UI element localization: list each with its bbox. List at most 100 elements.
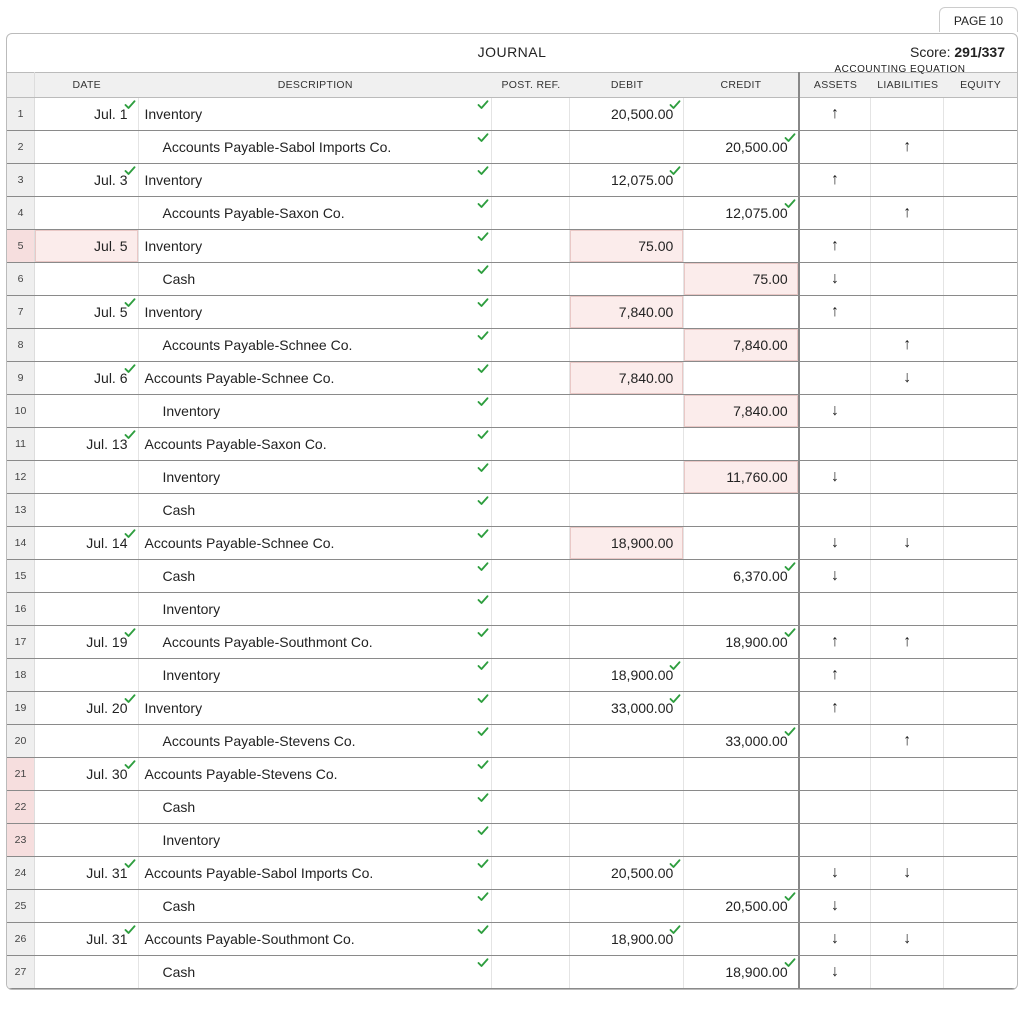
liabilities-cell[interactable] xyxy=(871,494,944,526)
debit-cell[interactable] xyxy=(570,197,684,229)
postref-cell[interactable] xyxy=(492,890,570,922)
postref-cell[interactable] xyxy=(492,230,570,262)
credit-cell[interactable] xyxy=(684,857,798,889)
postref-cell[interactable] xyxy=(492,461,570,493)
assets-cell[interactable] xyxy=(798,131,872,163)
debit-cell[interactable] xyxy=(570,824,684,856)
equity-cell[interactable] xyxy=(944,461,1017,493)
debit-cell[interactable] xyxy=(570,626,684,658)
equity-cell[interactable] xyxy=(944,593,1017,625)
postref-cell[interactable] xyxy=(492,725,570,757)
postref-cell[interactable] xyxy=(492,560,570,592)
date-cell[interactable] xyxy=(35,956,138,988)
credit-cell[interactable] xyxy=(684,758,798,790)
liabilities-cell[interactable] xyxy=(871,890,944,922)
date-cell[interactable] xyxy=(35,593,138,625)
credit-cell[interactable]: 33,000.00 xyxy=(684,725,798,757)
assets-cell[interactable] xyxy=(798,692,872,724)
equity-cell[interactable] xyxy=(944,758,1017,790)
equity-cell[interactable] xyxy=(944,824,1017,856)
postref-cell[interactable] xyxy=(492,758,570,790)
equity-cell[interactable] xyxy=(944,626,1017,658)
credit-cell[interactable] xyxy=(684,659,798,691)
liabilities-cell[interactable] xyxy=(871,395,944,427)
postref-cell[interactable] xyxy=(492,98,570,130)
date-cell[interactable]: Jul. 30 xyxy=(35,758,138,790)
credit-cell[interactable] xyxy=(684,230,798,262)
credit-cell[interactable]: 6,370.00 xyxy=(684,560,798,592)
liabilities-cell[interactable] xyxy=(871,857,944,889)
assets-cell[interactable] xyxy=(798,824,872,856)
credit-cell[interactable]: 7,840.00 xyxy=(684,329,798,361)
debit-cell[interactable]: 20,500.00 xyxy=(570,857,684,889)
liabilities-cell[interactable] xyxy=(871,131,944,163)
postref-cell[interactable] xyxy=(492,527,570,559)
postref-cell[interactable] xyxy=(492,857,570,889)
credit-cell[interactable]: 11,760.00 xyxy=(684,461,798,493)
assets-cell[interactable] xyxy=(798,98,872,130)
equity-cell[interactable] xyxy=(944,494,1017,526)
description-cell[interactable]: Inventory xyxy=(139,230,492,262)
assets-cell[interactable] xyxy=(798,494,872,526)
liabilities-cell[interactable] xyxy=(871,164,944,196)
credit-cell[interactable]: 20,500.00 xyxy=(684,890,798,922)
page-tab[interactable]: PAGE 10 xyxy=(939,7,1018,32)
assets-cell[interactable] xyxy=(798,296,872,328)
equity-cell[interactable] xyxy=(944,296,1017,328)
credit-cell[interactable] xyxy=(684,98,798,130)
postref-cell[interactable] xyxy=(492,197,570,229)
debit-cell[interactable] xyxy=(570,890,684,922)
postref-cell[interactable] xyxy=(492,131,570,163)
equity-cell[interactable] xyxy=(944,428,1017,460)
description-cell[interactable]: Accounts Payable-Saxon Co. xyxy=(139,197,492,229)
liabilities-cell[interactable] xyxy=(871,461,944,493)
description-cell[interactable]: Accounts Payable-Stevens Co. xyxy=(139,758,492,790)
liabilities-cell[interactable] xyxy=(871,428,944,460)
debit-cell[interactable] xyxy=(570,428,684,460)
postref-cell[interactable] xyxy=(492,362,570,394)
description-cell[interactable]: Cash xyxy=(139,494,492,526)
debit-cell[interactable]: 12,075.00 xyxy=(570,164,684,196)
description-cell[interactable]: Cash xyxy=(139,791,492,823)
date-cell[interactable]: Jul. 14 xyxy=(35,527,138,559)
equity-cell[interactable] xyxy=(944,725,1017,757)
assets-cell[interactable] xyxy=(798,395,872,427)
description-cell[interactable]: Cash xyxy=(139,263,492,295)
credit-cell[interactable]: 20,500.00 xyxy=(684,131,798,163)
date-cell[interactable] xyxy=(35,197,138,229)
credit-cell[interactable] xyxy=(684,824,798,856)
debit-cell[interactable] xyxy=(570,956,684,988)
description-cell[interactable]: Inventory xyxy=(139,692,492,724)
assets-cell[interactable] xyxy=(798,956,872,988)
debit-cell[interactable] xyxy=(570,791,684,823)
equity-cell[interactable] xyxy=(944,395,1017,427)
assets-cell[interactable] xyxy=(798,725,872,757)
liabilities-cell[interactable] xyxy=(871,527,944,559)
credit-cell[interactable] xyxy=(684,296,798,328)
liabilities-cell[interactable] xyxy=(871,923,944,955)
postref-cell[interactable] xyxy=(492,263,570,295)
equity-cell[interactable] xyxy=(944,98,1017,130)
postref-cell[interactable] xyxy=(492,593,570,625)
description-cell[interactable]: Cash xyxy=(139,890,492,922)
description-cell[interactable]: Cash xyxy=(139,956,492,988)
debit-cell[interactable]: 18,900.00 xyxy=(570,923,684,955)
liabilities-cell[interactable] xyxy=(871,692,944,724)
assets-cell[interactable] xyxy=(798,560,872,592)
credit-cell[interactable]: 7,840.00 xyxy=(684,395,798,427)
debit-cell[interactable] xyxy=(570,725,684,757)
description-cell[interactable]: Accounts Payable-Schnee Co. xyxy=(139,362,492,394)
assets-cell[interactable] xyxy=(798,362,872,394)
date-cell[interactable]: Jul. 31 xyxy=(35,923,138,955)
liabilities-cell[interactable] xyxy=(871,725,944,757)
liabilities-cell[interactable] xyxy=(871,659,944,691)
credit-cell[interactable]: 18,900.00 xyxy=(684,956,798,988)
equity-cell[interactable] xyxy=(944,362,1017,394)
credit-cell[interactable] xyxy=(684,362,798,394)
assets-cell[interactable] xyxy=(798,758,872,790)
description-cell[interactable]: Inventory xyxy=(139,296,492,328)
postref-cell[interactable] xyxy=(492,923,570,955)
equity-cell[interactable] xyxy=(944,791,1017,823)
debit-cell[interactable]: 33,000.00 xyxy=(570,692,684,724)
assets-cell[interactable] xyxy=(798,923,872,955)
